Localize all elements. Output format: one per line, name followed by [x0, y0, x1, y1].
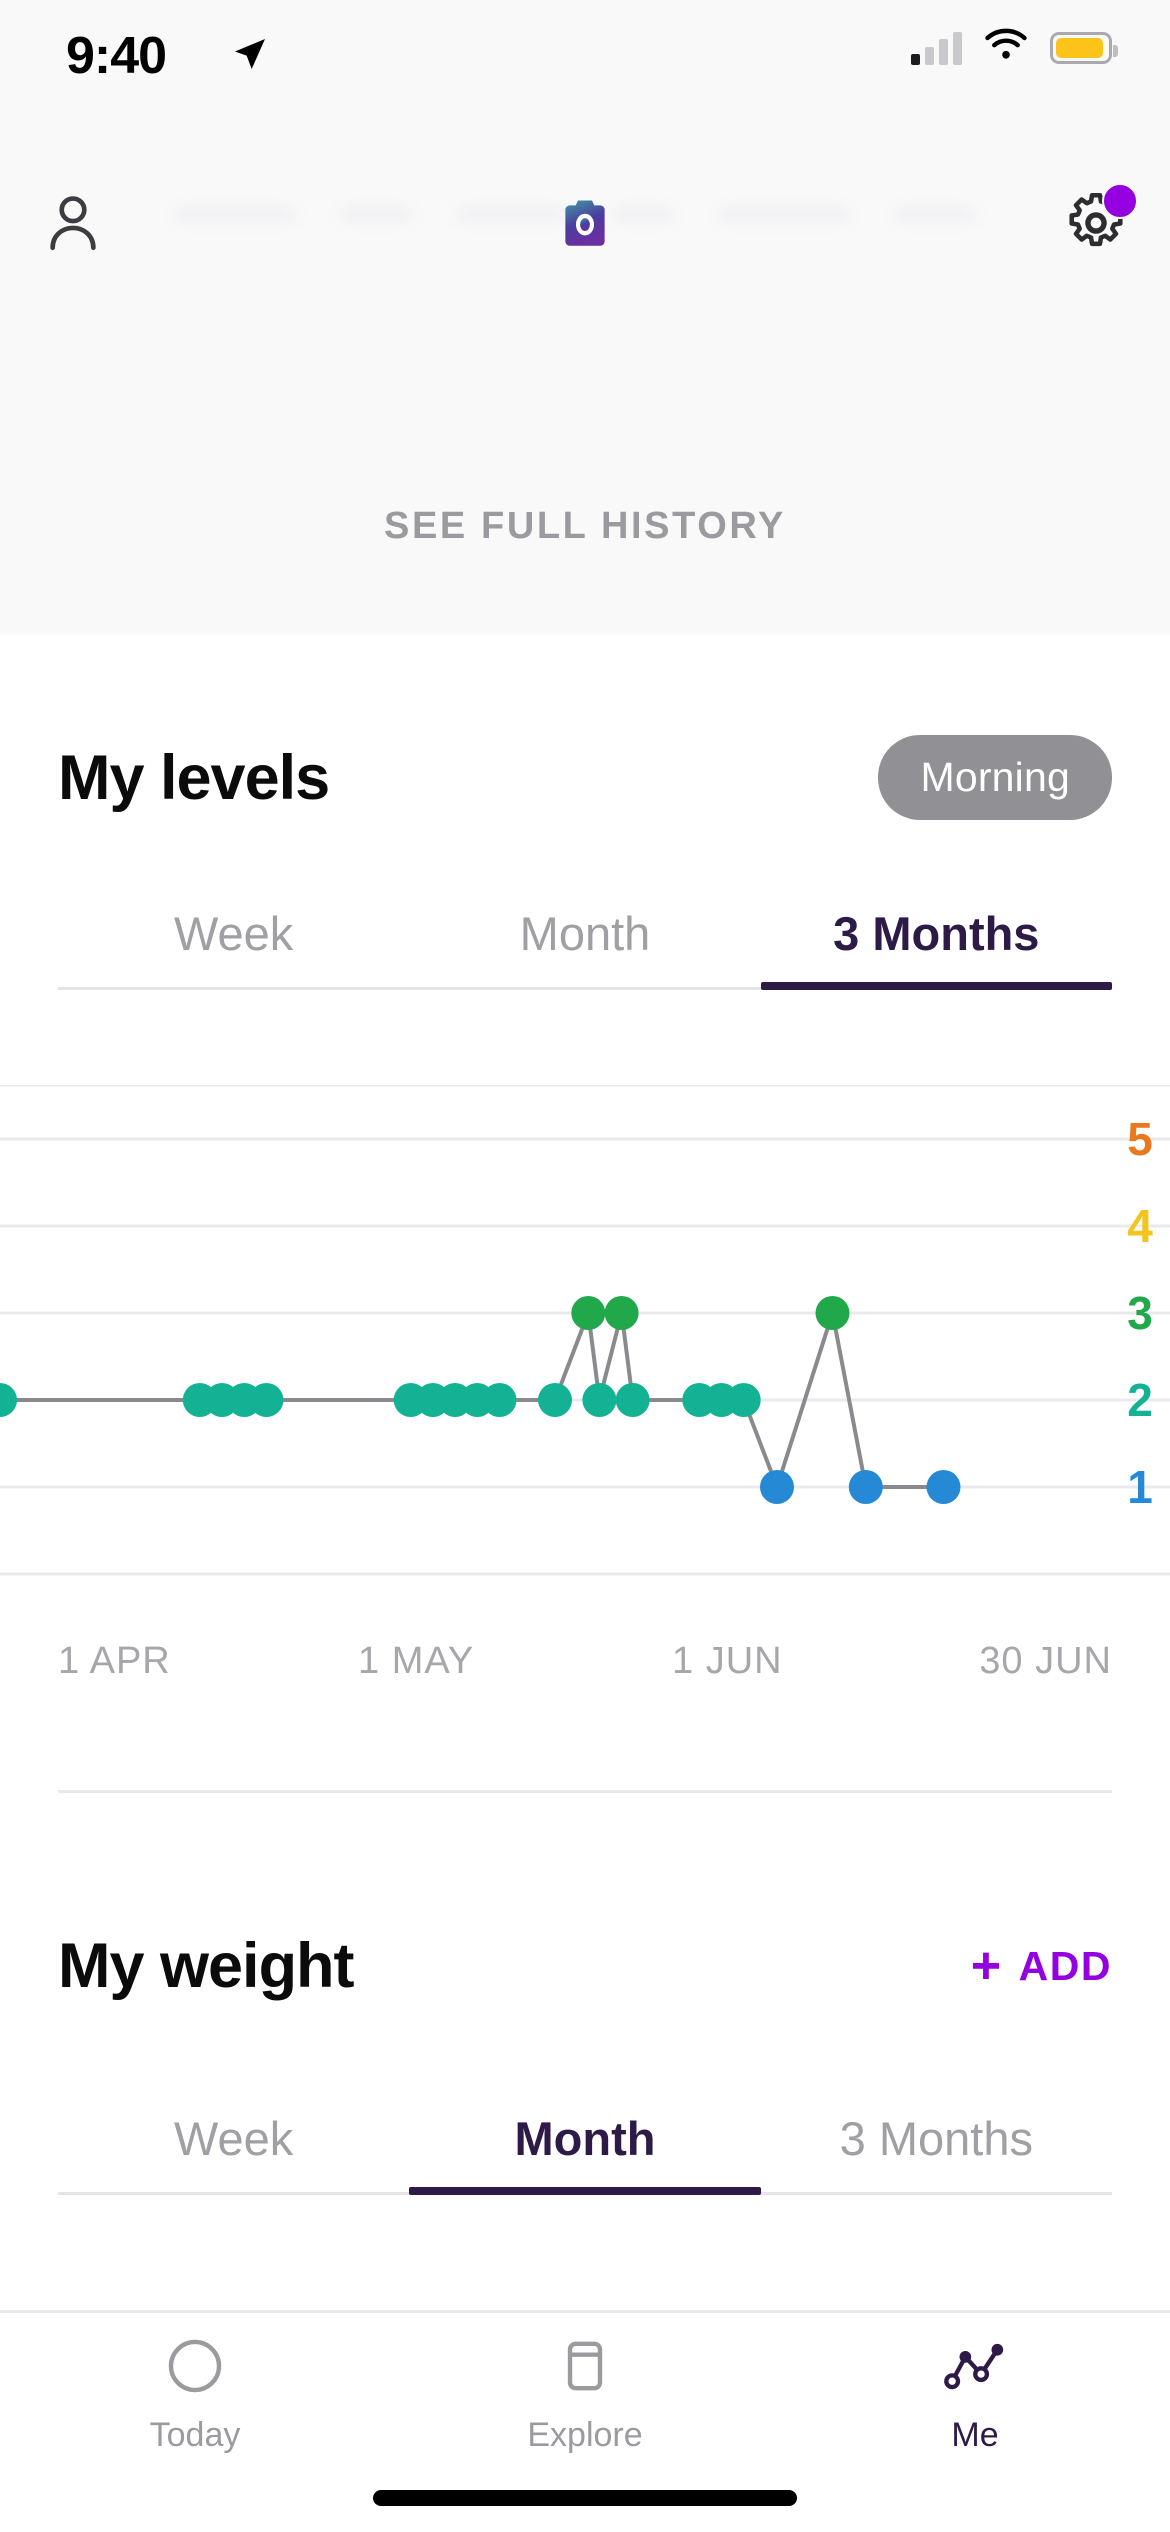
svg-text:1: 1 — [1127, 1461, 1153, 1513]
add-weight-button[interactable]: + ADD — [970, 1936, 1112, 1995]
nav-item-me[interactable]: Me — [780, 2313, 1170, 2463]
nav-label-me: Me — [951, 2416, 999, 2454]
xtick-1: 1 MAY — [358, 1640, 475, 1682]
nav-label-today: Today — [149, 2416, 241, 2454]
svg-text:3: 3 — [1127, 1287, 1153, 1339]
card-icon — [554, 2335, 616, 2402]
wifi-icon — [984, 28, 1028, 67]
home-indicator — [373, 2490, 797, 2506]
status-bar: 9:40 — [0, 0, 1170, 130]
tab-levels-week[interactable]: Week — [58, 880, 409, 987]
levels-chart-svg: 5 4 3 2 1 — [0, 1085, 1170, 1576]
camera-icon — [554, 192, 616, 259]
circle-icon — [164, 2335, 226, 2402]
svg-text:4: 4 — [1127, 1200, 1153, 1252]
xtick-0: 1 APR — [58, 1640, 171, 1682]
tab-levels-month[interactable]: Month — [409, 880, 760, 987]
levels-chart[interactable]: 5 4 3 2 1 — [0, 1085, 1170, 1605]
nav-item-today[interactable]: Today — [0, 2313, 390, 2463]
svg-text:5: 5 — [1127, 1113, 1153, 1165]
svg-text:2: 2 — [1127, 1374, 1153, 1426]
settings-button[interactable] — [1062, 170, 1138, 280]
levels-section-header: My levels Morning — [58, 735, 1112, 820]
nav-item-explore[interactable]: Explore — [390, 2313, 780, 2463]
status-bar-indicators — [911, 28, 1118, 67]
levels-chart-xaxis: 1 APR 1 MAY 1 JUN 30 JUN — [0, 1640, 1170, 1700]
cellular-signal-icon — [911, 31, 962, 65]
tab-weight-week[interactable]: Week — [58, 2085, 409, 2192]
time-of-day-filter-pill[interactable]: Morning — [878, 735, 1112, 820]
bottom-navigation: Today Explore Me — [0, 2310, 1170, 2532]
status-bar-time: 9:40 — [66, 27, 167, 85]
section-divider — [58, 1790, 1112, 1793]
add-weight-label: ADD — [1018, 1942, 1112, 1989]
tab-weight-3months[interactable]: 3 Months — [761, 2085, 1112, 2192]
notification-dot — [1102, 182, 1138, 219]
levels-range-tabs: Week Month 3 Months — [58, 880, 1113, 990]
camera-button[interactable] — [0, 170, 1170, 280]
app-header-panel: SEE FULL HISTORY — [0, 130, 1170, 635]
location-arrow-icon — [230, 34, 270, 79]
app-bar — [0, 170, 1170, 280]
see-full-history-button[interactable]: SEE FULL HISTORY — [0, 505, 1170, 548]
app-screen: 9:40 SEE FULL HISTORY My levels Morning … — [0, 0, 1170, 2532]
tab-weight-month[interactable]: Month — [409, 2085, 761, 2195]
battery-icon — [1050, 31, 1118, 64]
weight-section-header: My weight + ADD — [58, 1930, 1112, 2002]
xtick-2: 1 JUN — [672, 1640, 783, 1682]
page-title-levels: My levels — [58, 742, 330, 813]
gear-icon — [1062, 182, 1138, 262]
xtick-3: 30 JUN — [979, 1640, 1112, 1682]
line-chart-icon — [942, 2335, 1008, 2402]
tab-levels-3months[interactable]: 3 Months — [760, 880, 1113, 990]
weight-range-tabs: Week Month 3 Months — [58, 2085, 1112, 2195]
plus-icon: + — [970, 1936, 1003, 1995]
page-title-weight: My weight — [58, 1931, 355, 2001]
nav-label-explore: Explore — [527, 2416, 643, 2454]
